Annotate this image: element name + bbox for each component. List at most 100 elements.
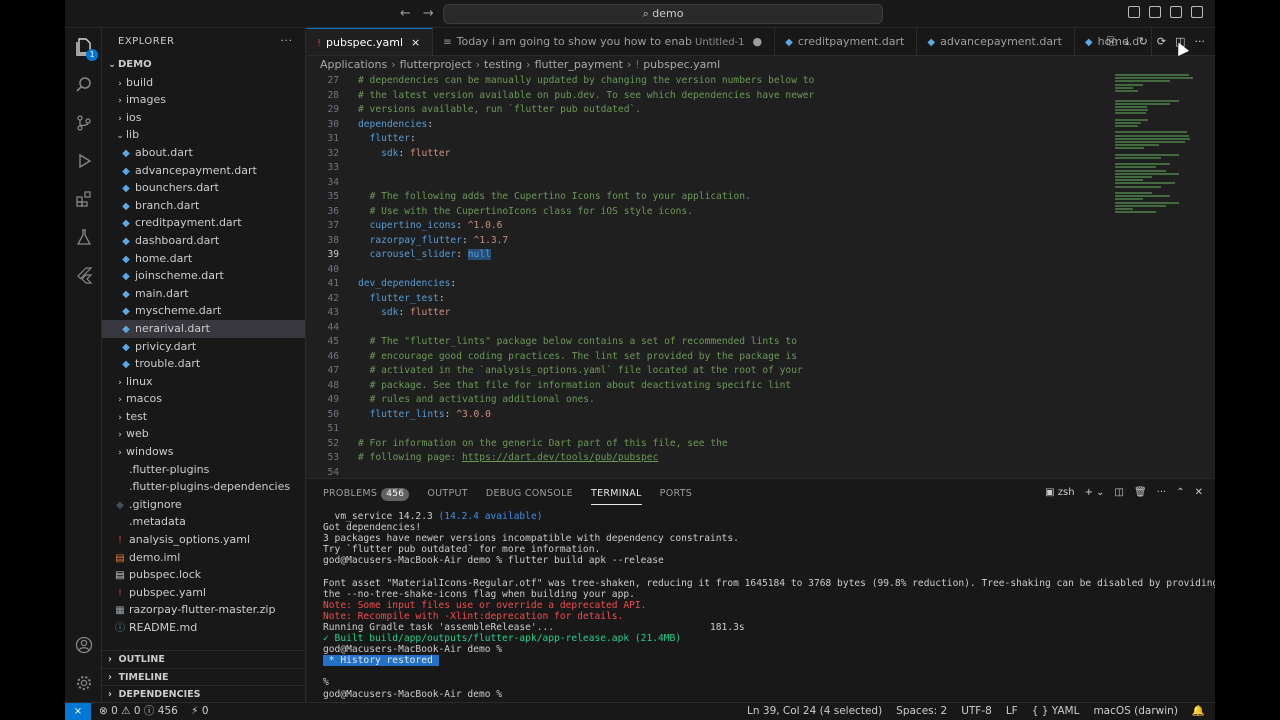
flutter-icon[interactable] xyxy=(73,264,95,286)
account-icon[interactable] xyxy=(73,634,95,656)
tree-file[interactable]: ⓘ README.md xyxy=(102,619,305,637)
split-terminal-icon[interactable]: ◫ xyxy=(1115,487,1124,498)
workspace-root[interactable]: ⌄ DEMO xyxy=(102,56,305,74)
run-debug-icon[interactable] xyxy=(73,150,95,172)
tree-file[interactable]: ◆ .gitignore xyxy=(102,496,305,514)
dart-file-icon: ◆ xyxy=(122,253,130,265)
download-icon[interactable]: ⤓ xyxy=(1125,35,1130,49)
minimap[interactable] xyxy=(1115,74,1207,234)
open-changes-icon[interactable]: ⎘ xyxy=(1107,35,1116,49)
more-actions-icon[interactable]: ··· xyxy=(280,28,293,56)
terminal-shell[interactable]: ▣ zsh xyxy=(1045,487,1074,498)
editor-tab[interactable]: ◆ creditpayment.dart xyxy=(775,28,918,55)
close-icon[interactable]: × xyxy=(411,36,420,49)
editor-tab[interactable]: ≡ Today i am going to show you how to ena… xyxy=(433,28,776,55)
tab-label: pubspec.yaml xyxy=(326,36,403,49)
tree-folder[interactable]: › build xyxy=(102,74,305,92)
command-center[interactable]: ⌕ demo xyxy=(443,4,883,24)
tree-file[interactable]: ▦ razorpay-flutter-master.zip xyxy=(102,601,305,619)
tree-file[interactable]: ◆ advancepayment.dart xyxy=(102,162,305,180)
testing-icon[interactable] xyxy=(73,226,95,248)
tree-file[interactable]: ◆ main.dart xyxy=(102,285,305,303)
tree-file[interactable]: ◆ bounchers.dart xyxy=(102,179,305,197)
tree-file[interactable]: ◆ dashboard.dart xyxy=(102,232,305,250)
terminal-output[interactable]: vm_service 14.2.3 (14.2.4 available) Got … xyxy=(323,511,1215,700)
sync-icon[interactable]: ⟳ xyxy=(1157,35,1166,49)
tree-file[interactable]: .flutter-plugins xyxy=(102,461,305,479)
panel-tab-ports[interactable]: PORTS xyxy=(660,479,692,509)
close-panel-icon[interactable]: ✕ xyxy=(1195,487,1203,498)
code-token: : xyxy=(438,292,445,304)
minimap-line xyxy=(1115,153,1180,156)
minimap-line xyxy=(1115,118,1149,121)
refresh-icon[interactable]: ↻ xyxy=(1139,35,1148,49)
breadcrumb-item[interactable]: testing xyxy=(484,58,522,71)
gear-icon[interactable] xyxy=(73,672,95,694)
panel-tab-output[interactable]: OUTPUT xyxy=(427,479,468,509)
tree-folder[interactable]: › macos xyxy=(102,390,305,408)
line-ending[interactable]: LF xyxy=(1006,703,1018,720)
tree-folder[interactable]: › ios xyxy=(102,109,305,127)
more-actions-icon[interactable]: ··· xyxy=(1157,487,1167,498)
encoding[interactable]: UTF-8 xyxy=(961,703,992,720)
ports-status[interactable]: ⚡ 0 xyxy=(191,705,208,717)
outline-section[interactable]: › OUTLINE xyxy=(102,650,305,668)
tree-folder[interactable]: › test xyxy=(102,408,305,426)
timeline-section[interactable]: › TIMELINE xyxy=(102,667,305,686)
unsaved-dot-icon[interactable]: ● xyxy=(753,35,763,48)
tree-file[interactable]: ◆ trouble.dart xyxy=(102,355,305,373)
problems-status[interactable]: ⊗ 0 ⚠ 0 ⓘ 456 xyxy=(99,705,178,717)
editor-tab[interactable]: ! pubspec.yaml × xyxy=(307,28,434,55)
toggle-secondary-sidebar-icon[interactable] xyxy=(1170,6,1182,18)
remote-indicator-icon[interactable]: ⨯ xyxy=(65,703,91,720)
code-editor[interactable]: 27 # dependencies can be manually updated… xyxy=(307,74,1215,478)
breadcrumb-item[interactable]: Applications xyxy=(320,58,387,71)
tree-file[interactable]: ◆ myscheme.dart xyxy=(102,302,305,320)
indentation[interactable]: Spaces: 2 xyxy=(896,703,947,720)
search-icon[interactable] xyxy=(73,74,95,96)
tree-folder[interactable]: › web xyxy=(102,425,305,443)
tree-folder[interactable]: › images xyxy=(102,91,305,109)
tree-file[interactable]: ▤ pubspec.lock xyxy=(102,566,305,584)
tree-folder[interactable]: › linux xyxy=(102,373,305,391)
back-arrow-icon[interactable]: ← xyxy=(400,6,411,21)
tree-file[interactable]: .metadata xyxy=(102,513,305,531)
maximize-panel-icon[interactable]: ⌃ xyxy=(1176,487,1184,498)
tree-folder[interactable]: ⌄ lib xyxy=(102,126,305,144)
tree-file[interactable]: ◆ branch.dart xyxy=(102,197,305,215)
tree-file[interactable]: ◆ about.dart xyxy=(102,144,305,162)
extensions-icon[interactable] xyxy=(73,188,95,210)
platform[interactable]: macOS (darwin) xyxy=(1093,703,1177,720)
tree-file[interactable]: .flutter-plugins-dependencies xyxy=(102,478,305,496)
breadcrumb-item[interactable]: pubspec.yaml xyxy=(643,58,720,71)
panel-tab-debug-console[interactable]: DEBUG CONSOLE xyxy=(486,479,573,509)
breadcrumb-item[interactable]: flutterproject xyxy=(400,58,472,71)
editor-tab[interactable]: ◆ advancepayment.dart xyxy=(917,28,1075,55)
dependencies-section[interactable]: › DEPENDENCIES xyxy=(102,685,305,702)
breadcrumb-item[interactable]: flutter_payment xyxy=(535,58,623,71)
tree-file[interactable]: ! pubspec.yaml xyxy=(102,584,305,602)
tree-file[interactable]: ◆ joinscheme.dart xyxy=(102,267,305,285)
add-terminal-icon[interactable]: + ⌄ xyxy=(1085,487,1105,498)
tree-file[interactable]: ◆ creditpayment.dart xyxy=(102,214,305,232)
tree-folder[interactable]: › windows xyxy=(102,443,305,461)
tree-file[interactable]: ▤ demo.iml xyxy=(102,549,305,567)
trash-icon[interactable]: 🗑 xyxy=(1134,487,1147,498)
tree-file[interactable]: ◆ nerarival.dart xyxy=(102,319,305,338)
customize-layout-icon[interactable] xyxy=(1191,6,1203,18)
cursor-position[interactable]: Ln 39, Col 24 (4 selected) xyxy=(747,703,882,720)
panel-tab-terminal[interactable]: TERMINAL xyxy=(590,484,642,505)
tree-file[interactable]: ◆ home.dart xyxy=(102,250,305,268)
toggle-sidebar-icon[interactable] xyxy=(1128,6,1140,18)
tree-file[interactable]: ◆ privicy.dart xyxy=(102,338,305,356)
forward-arrow-icon[interactable]: → xyxy=(423,6,434,21)
tree-file[interactable]: ! analysis_options.yaml xyxy=(102,531,305,549)
notifications-icon[interactable]: 🔔 xyxy=(1192,703,1205,720)
code-link[interactable]: https://dart.dev/tools/pub/pubspec xyxy=(462,452,658,463)
source-control-icon[interactable] xyxy=(73,112,95,134)
toggle-panel-icon[interactable] xyxy=(1149,6,1161,18)
more-actions-icon[interactable]: ··· xyxy=(1195,35,1206,49)
language-mode[interactable]: { } YAML xyxy=(1032,703,1080,720)
panel-tab-problems[interactable]: PROBLEMS 456 xyxy=(323,479,410,509)
explorer-icon[interactable]: 1 xyxy=(73,36,98,61)
